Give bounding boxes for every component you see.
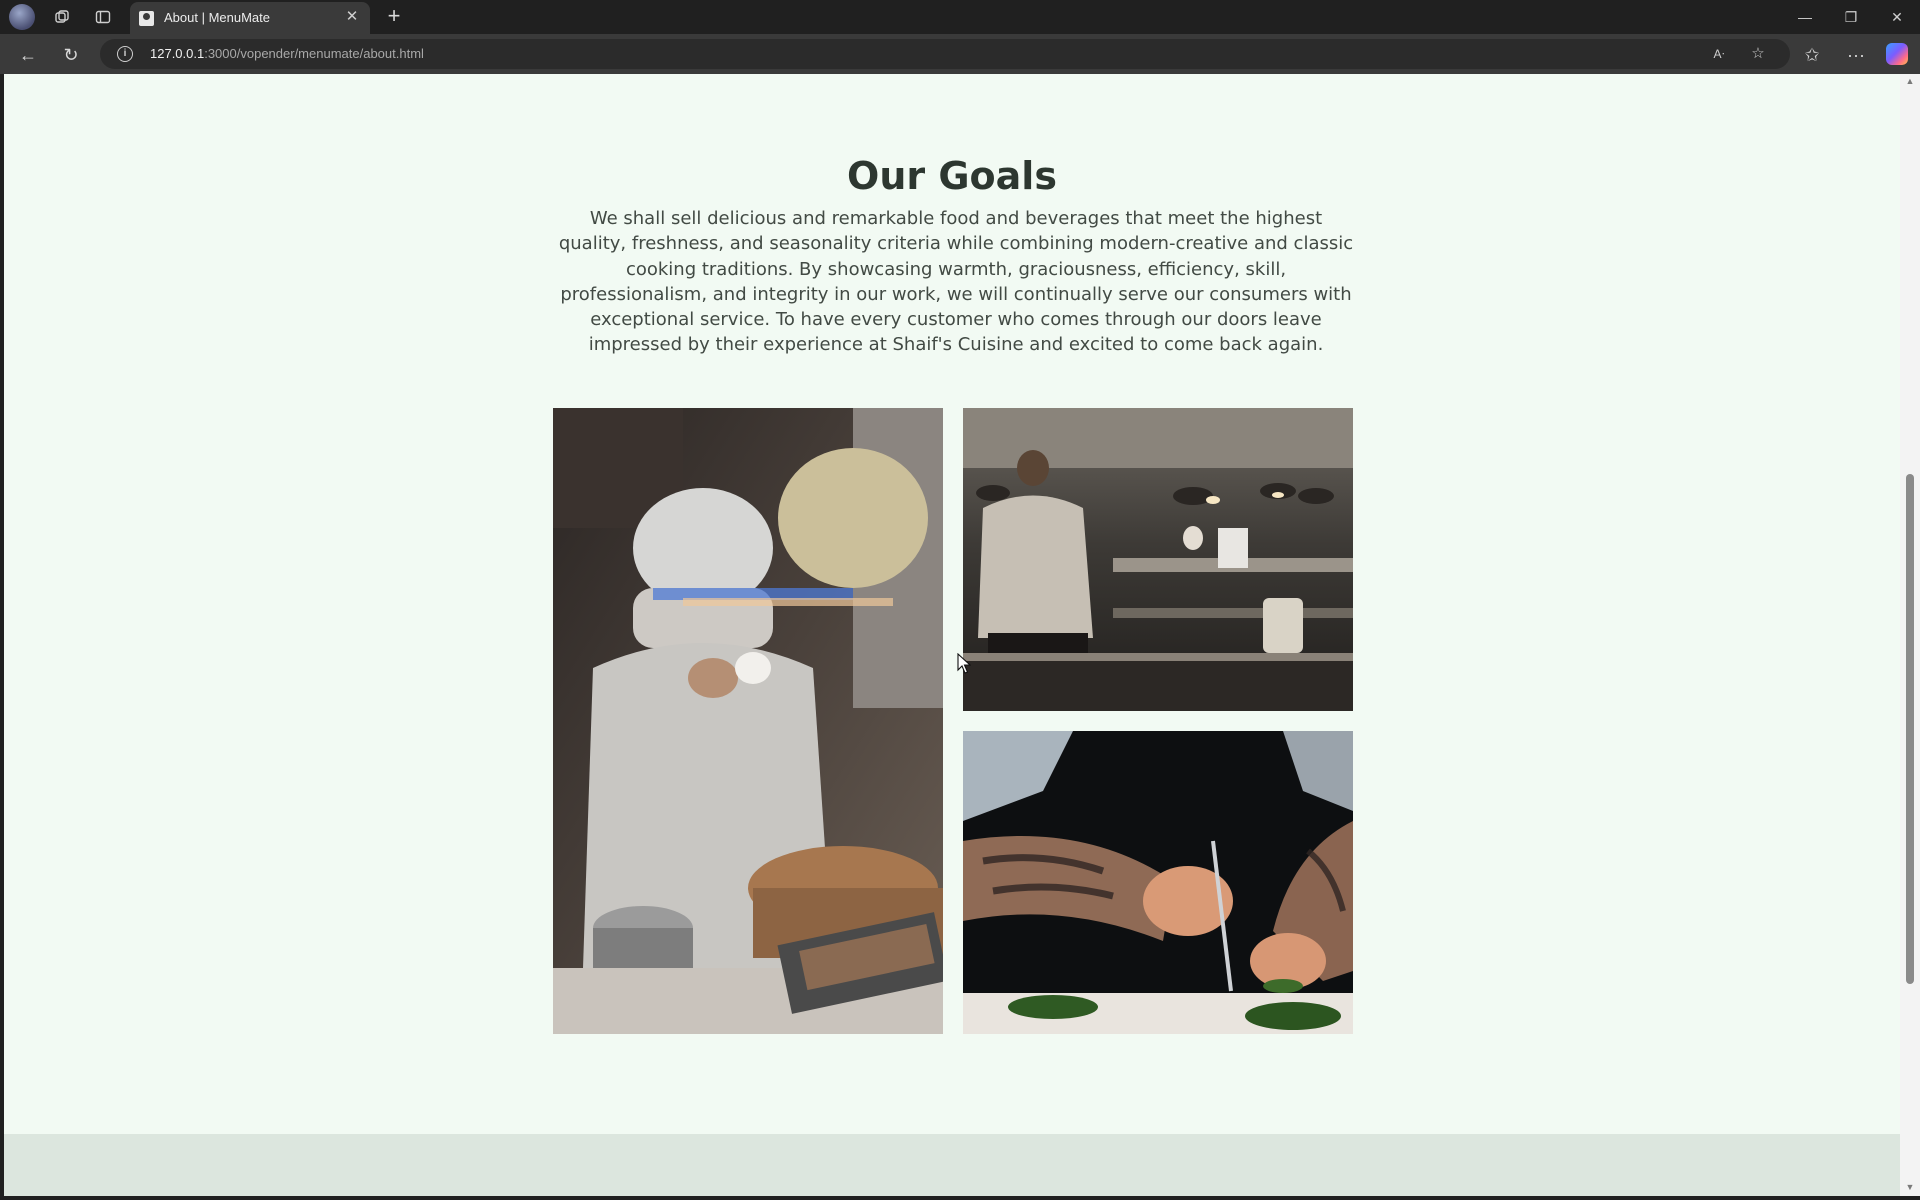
favorite-star-icon[interactable]: ☆ — [1747, 43, 1769, 65]
scroll-thumb[interactable] — [1906, 474, 1914, 984]
minimize-icon[interactable]: — — [1782, 0, 1828, 34]
restore-icon[interactable]: ❐ — [1828, 0, 1874, 34]
workspaces-icon[interactable] — [50, 5, 74, 29]
url-path: :3000/vopender/menumate/about.html — [204, 46, 424, 61]
mouse-cursor-icon — [957, 653, 971, 674]
window-bottom-edge — [0, 1196, 1920, 1200]
info-icon[interactable]: i — [117, 46, 133, 62]
more-icon[interactable]: ··· — [1842, 41, 1870, 69]
goals-heading: Our Goals — [847, 154, 1057, 198]
chef-plating-photo — [963, 731, 1353, 1034]
favorites-icon[interactable]: ✩ — [1798, 41, 1826, 69]
browser-toolbar: ← ↻ i 127.0.0.1:3000/vopender/menumate/a… — [0, 34, 1920, 74]
active-tab[interactable]: About | MenuMate ✕ — [130, 2, 370, 34]
close-window-icon[interactable]: ✕ — [1874, 0, 1920, 34]
close-icon[interactable]: ✕ — [342, 7, 362, 27]
url-host: 127.0.0.1 — [150, 46, 205, 61]
read-aloud-icon[interactable]: Aᐧ — [1708, 43, 1730, 65]
url-text[interactable]: 127.0.0.1:3000/vopender/menumate/about.h… — [150, 46, 424, 61]
scroll-up-arrow-icon[interactable]: ▲ — [1904, 76, 1916, 86]
back-icon[interactable]: ← — [14, 41, 42, 69]
tab-title: About | MenuMate — [164, 10, 270, 25]
refresh-icon[interactable]: ↻ — [57, 41, 85, 69]
address-bar[interactable]: i 127.0.0.1:3000/vopender/menumate/about… — [100, 39, 1790, 69]
page-scrollbar[interactable]: ▲ ▼ — [1900, 74, 1920, 1200]
scroll-down-arrow-icon[interactable]: ▼ — [1904, 1182, 1916, 1192]
new-tab-button[interactable]: + — [381, 4, 407, 30]
footer-band — [4, 1134, 1900, 1196]
browser-titlebar: About | MenuMate ✕ + — ❐ ✕ — [0, 0, 1920, 34]
copilot-icon[interactable] — [1886, 43, 1908, 65]
goals-paragraph: We shall sell delicious and remarkable f… — [558, 208, 1354, 356]
page-viewport: Our Goals We shall sell delicious and re… — [4, 74, 1900, 1196]
chefs-dumplings-photo — [553, 408, 943, 1034]
tab-actions-icon[interactable] — [91, 5, 115, 29]
tab-favicon-icon — [139, 11, 154, 26]
kitchen-chef-photo — [963, 408, 1353, 711]
profile-avatar[interactable] — [9, 4, 35, 30]
